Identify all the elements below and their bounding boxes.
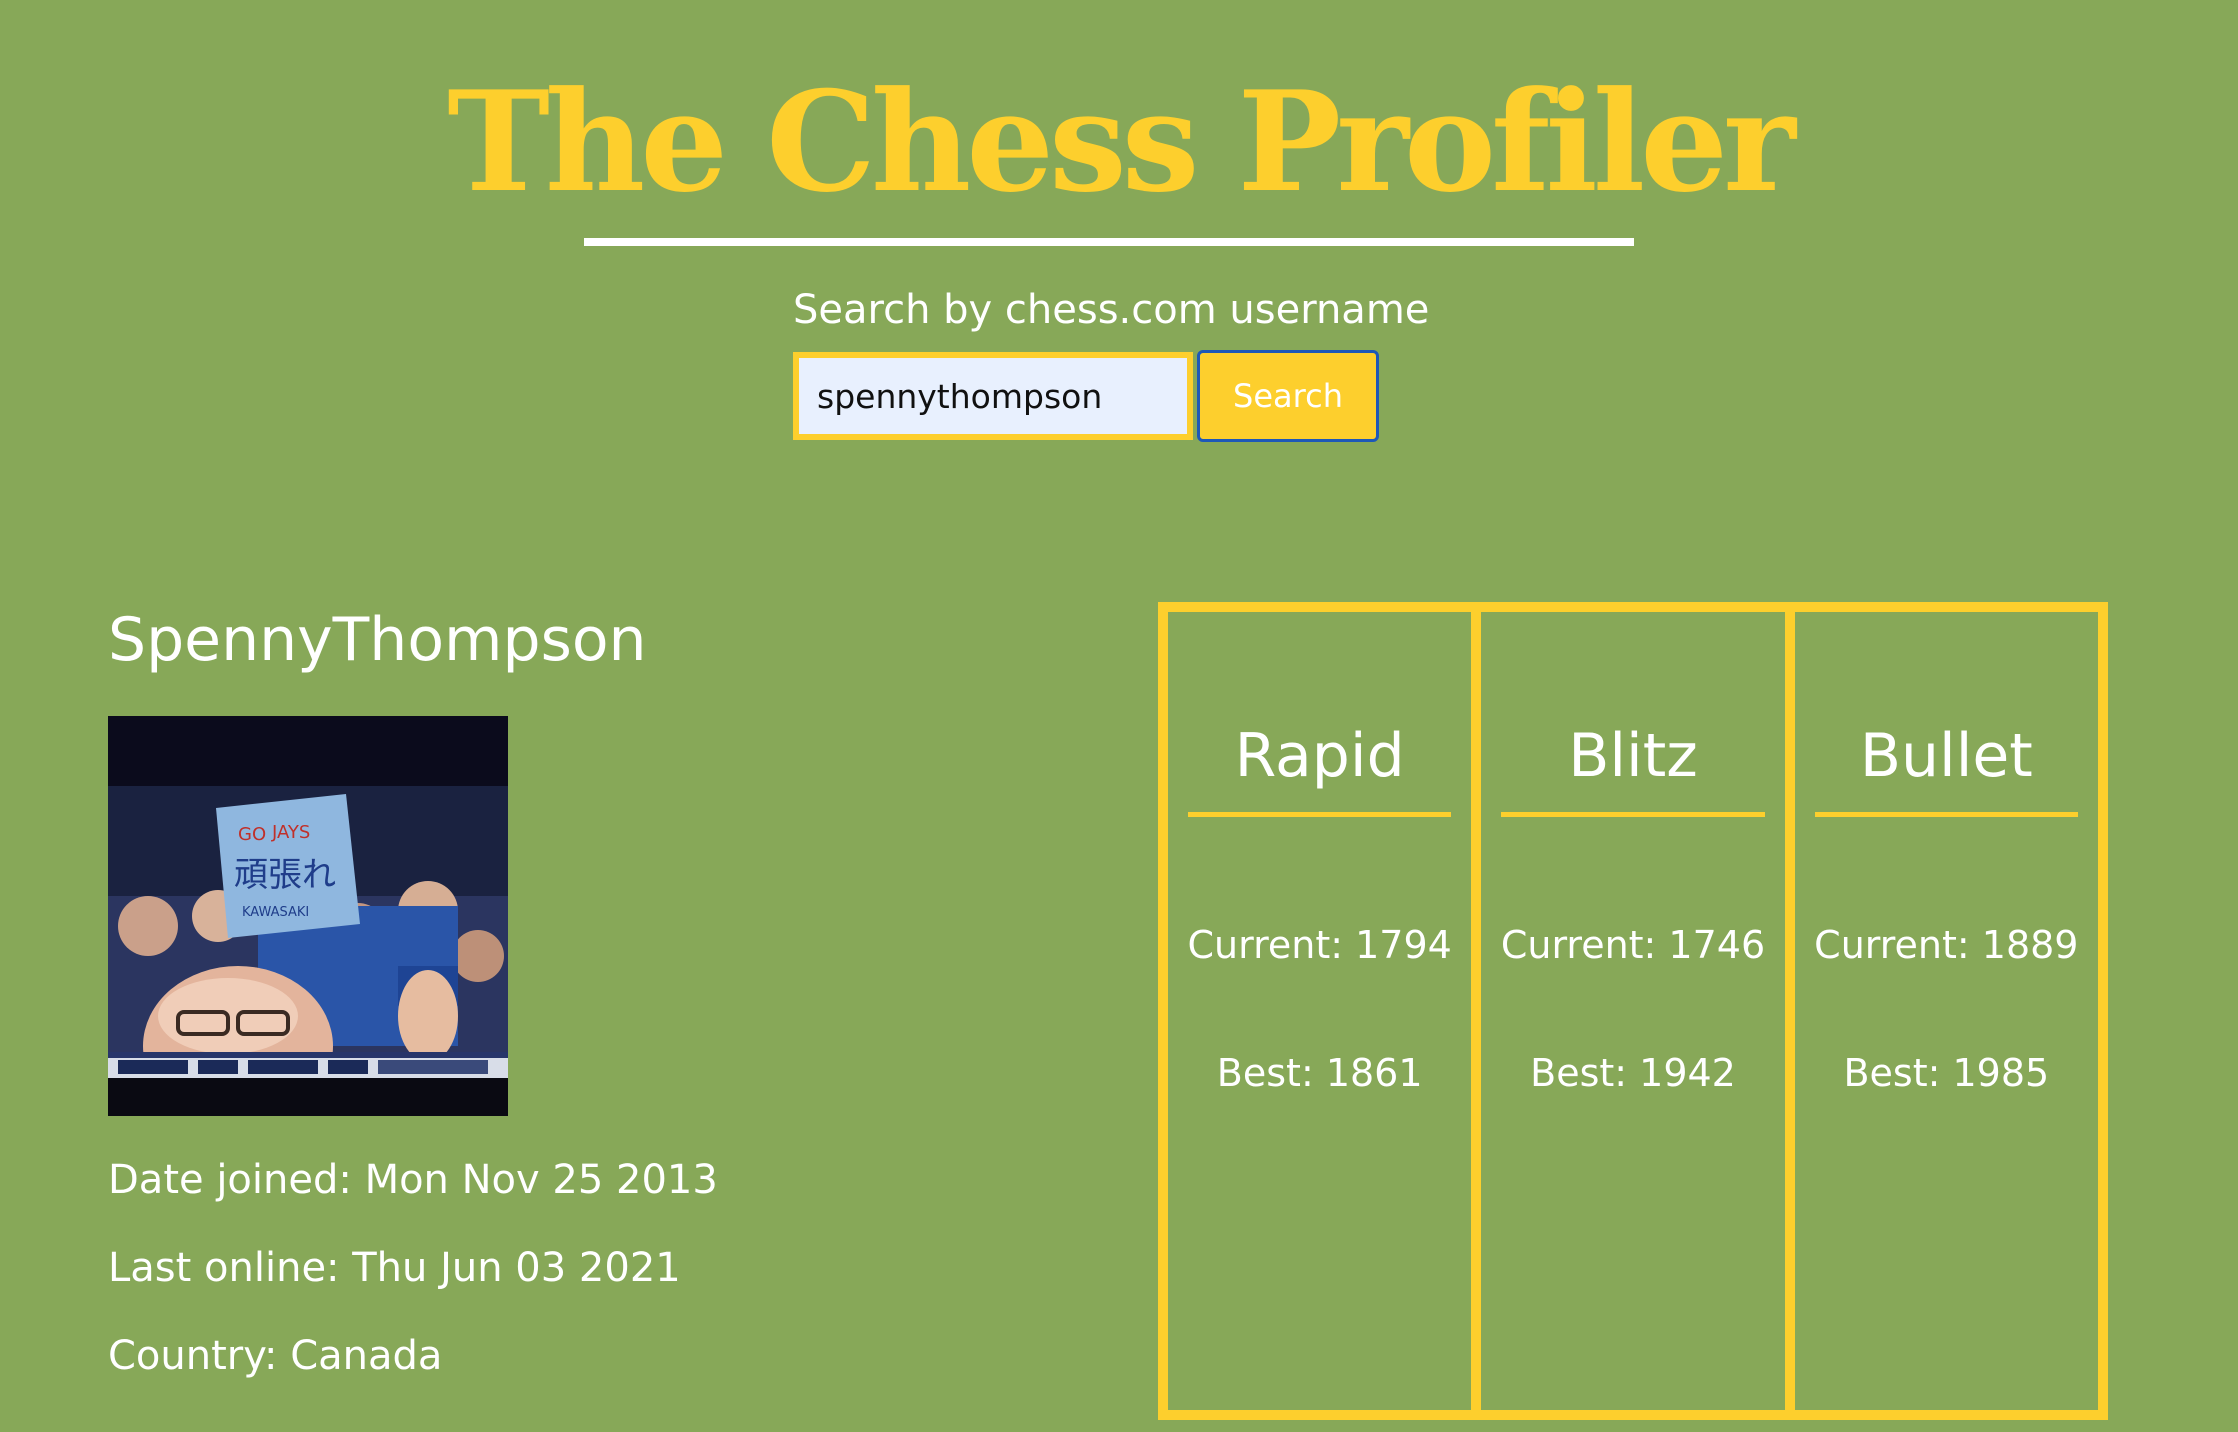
svg-text:GO: GO (238, 824, 266, 845)
rating-divider (1814, 812, 2078, 817)
last-online: Last online: Thu Jun 03 2021 (108, 1245, 681, 1291)
date-joined: Date joined: Mon Nov 25 2013 (108, 1157, 718, 1203)
page-title: The Chess Profiler (447, 60, 1796, 223)
rating-best: Best: 1985 (1843, 1051, 2050, 1095)
rating-divider (1188, 812, 1452, 817)
avatar-photo: GO JAYS 頑張れ KAWASAKI (108, 716, 508, 1116)
rating-column-bullet: Bullet Current: 1889 Best: 1985 (1795, 612, 2098, 1410)
rating-best: Best: 1861 (1216, 1051, 1423, 1095)
title-divider (584, 238, 1634, 246)
rating-column-blitz: Blitz Current: 1746 Best: 1942 (1481, 612, 1795, 1410)
svg-text:KAWASAKI: KAWASAKI (242, 905, 309, 920)
profile-username: SpennyThompson (108, 605, 647, 675)
rating-current: Current: 1889 (1814, 923, 2079, 967)
search-button[interactable]: Search (1197, 350, 1379, 442)
rating-current: Current: 1794 (1187, 923, 1452, 967)
rating-column-rapid: Rapid Current: 1794 Best: 1861 (1168, 612, 1482, 1410)
svg-text:頑張れ: 頑張れ (234, 855, 336, 895)
ratings-table: Rapid Current: 1794 Best: 1861 Blitz Cur… (1158, 602, 2108, 1420)
rating-divider (1501, 812, 1765, 817)
profile-avatar: GO JAYS 頑張れ KAWASAKI (108, 716, 508, 1116)
rating-title: Rapid (1234, 721, 1405, 791)
search-label: Search by chess.com username (793, 287, 1430, 333)
rating-best: Best: 1942 (1530, 1051, 1736, 1095)
rating-current: Current: 1746 (1500, 923, 1766, 967)
rating-title: Bullet (1859, 721, 2033, 791)
username-search-input[interactable] (793, 352, 1193, 440)
rating-title: Blitz (1568, 721, 1698, 791)
svg-text:JAYS: JAYS (271, 822, 310, 843)
country: Country: Canada (108, 1333, 443, 1379)
